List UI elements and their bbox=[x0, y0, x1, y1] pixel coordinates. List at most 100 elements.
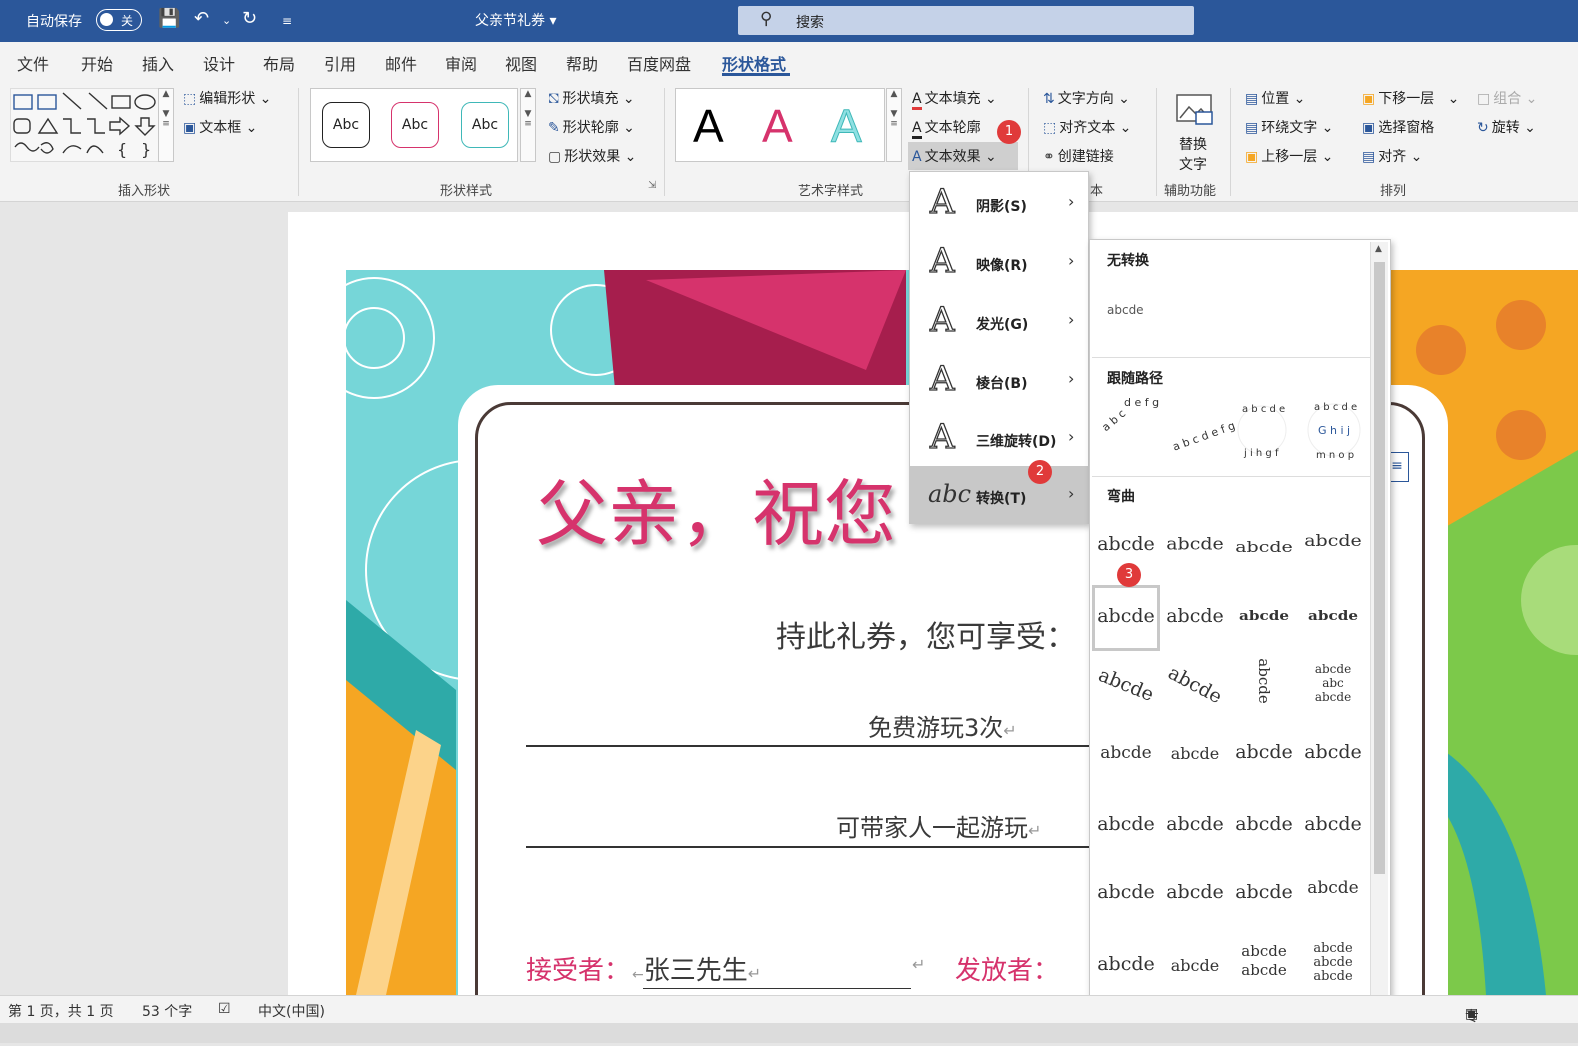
shapes-gallery-scroll[interactable]: ▲ ▼ ≡ bbox=[158, 88, 174, 162]
customize-toolbar-icon[interactable]: ≡ bbox=[282, 14, 292, 28]
shape-fill-button[interactable]: ⛞ 形状填充 ⌄ bbox=[548, 88, 635, 109]
shape-effects-button[interactable]: ▢ 形状效果 ⌄ bbox=[548, 146, 636, 166]
coupon-subtitle[interactable]: 持此礼券，您可享受： bbox=[776, 612, 1076, 656]
language[interactable]: 中文(中国) bbox=[258, 1001, 325, 1021]
no-transform-option[interactable]: abcde bbox=[1107, 303, 1144, 317]
tab-mailings[interactable]: 邮件 bbox=[385, 51, 417, 75]
tab-file[interactable]: 文件 bbox=[17, 51, 49, 75]
shape-styles-scroll[interactable]: ▲ ▼ ≡ bbox=[520, 88, 536, 162]
warp-option[interactable]: abcde bbox=[1094, 953, 1158, 975]
warp-option[interactable]: abcde bbox=[1301, 741, 1365, 763]
autosave-toggle[interactable]: 关 bbox=[96, 9, 142, 31]
proofing-icon[interactable]: ☑ bbox=[218, 1001, 231, 1017]
menu-item-shadow[interactable]: A 阴影(S) › bbox=[910, 174, 1088, 232]
group-button[interactable]: □ 组合 ⌄ bbox=[1477, 88, 1537, 108]
warp-option[interactable]: abcde bbox=[1094, 813, 1158, 835]
warp-option[interactable]: abcde bbox=[1232, 741, 1296, 763]
warp-option[interactable]: abcde bbox=[1162, 660, 1229, 709]
send-backward-button[interactable]: ▣ 下移一层 ⌄ bbox=[1362, 88, 1459, 108]
save-icon[interactable]: 💾 bbox=[158, 8, 180, 29]
tab-references[interactable]: 引用 bbox=[324, 51, 356, 75]
warp-option[interactable]: abcde bbox=[1163, 744, 1227, 763]
warp-option[interactable]: abcde bbox=[1094, 743, 1158, 763]
shape-style-pink[interactable]: Abc bbox=[391, 102, 439, 148]
tab-view[interactable]: 视图 bbox=[505, 51, 537, 75]
selection-pane-button[interactable]: ▣ 选择窗格 bbox=[1362, 117, 1434, 137]
follow-path-options[interactable]: a b c d e f g a b c d e f g a b c d e j … bbox=[1094, 392, 1369, 462]
scroll-up-icon[interactable]: ▲ bbox=[1375, 244, 1382, 254]
warp-option[interactable]: abcde bbox=[1301, 878, 1365, 898]
create-link-button[interactable]: ⚭ 创建链接 bbox=[1043, 146, 1114, 166]
wordart-pink[interactable]: A bbox=[762, 99, 793, 153]
warp-option[interactable]: abcde bbox=[1163, 813, 1227, 835]
alt-text-button[interactable]: 替换 文字 bbox=[1170, 88, 1218, 174]
text-outline-button[interactable]: A 文本轮廓 bbox=[912, 117, 981, 139]
undo-dropdown-icon[interactable]: ⌄ bbox=[222, 14, 231, 27]
scrollbar-thumb[interactable] bbox=[1374, 262, 1385, 874]
tab-layout[interactable]: 布局 bbox=[263, 51, 295, 75]
wrap-text-button[interactable]: ▤ 环绕文字 ⌄ bbox=[1245, 117, 1333, 137]
warp-option[interactable]: abcde bbox=[1163, 956, 1227, 975]
text-fill-button[interactable]: A 文本填充 ⌄ bbox=[912, 88, 997, 110]
page-count[interactable]: 第 1 页，共 1 页 bbox=[8, 1001, 114, 1021]
undo-icon[interactable]: ↶ bbox=[194, 8, 209, 29]
warp-option[interactable]: abcde bbox=[1301, 532, 1365, 551]
dialog-launcher-icon[interactable]: ⇲ bbox=[648, 180, 656, 191]
rotate-button[interactable]: ↻ 旋转 ⌄ bbox=[1477, 117, 1536, 137]
menu-item-bevel[interactable]: A 棱台(B) › bbox=[910, 351, 1088, 409]
warp-option[interactable]: abcde bbox=[1094, 605, 1158, 627]
warp-option[interactable]: abcde bbox=[1092, 663, 1160, 707]
warp-option[interactable]: abcde bbox=[1232, 813, 1296, 835]
warp-option[interactable]: abcde bbox=[1255, 649, 1273, 713]
wordart-gallery-scroll[interactable]: ▲ ▼ ≡ bbox=[886, 88, 902, 162]
tab-review[interactable]: 审阅 bbox=[445, 51, 477, 75]
align-button[interactable]: ▤ 对齐 ⌄ bbox=[1362, 146, 1422, 166]
warp-option[interactable]: abcde bbox=[1163, 534, 1227, 554]
tab-shape-format[interactable]: 形状格式 bbox=[722, 51, 786, 75]
position-button[interactable]: ▤ 位置 ⌄ bbox=[1245, 88, 1305, 108]
tab-insert[interactable]: 插入 bbox=[142, 51, 174, 75]
warp-option[interactable]: abcde bbox=[1163, 881, 1227, 903]
menu-item-glow[interactable]: A 发光(G) › bbox=[910, 292, 1088, 350]
warp-option[interactable]: abcde abcde abcde bbox=[1301, 942, 1365, 984]
warp-option[interactable]: abcde abc abcde bbox=[1301, 662, 1365, 704]
shapes-gallery[interactable]: {} bbox=[10, 88, 160, 162]
bring-forward-button[interactable]: ▣ 上移一层 ⌄ bbox=[1245, 146, 1333, 166]
recipient-value[interactable]: ←张三先生↵ bbox=[632, 950, 761, 987]
tab-help[interactable]: 帮助 bbox=[566, 51, 598, 75]
document-title[interactable]: 父亲节礼券 ▾ bbox=[475, 10, 556, 30]
shape-styles-gallery[interactable]: Abc Abc Abc bbox=[310, 88, 518, 162]
shape-outline-button[interactable]: ✎ 形状轮廓 ⌄ bbox=[548, 117, 635, 137]
wordart-gallery[interactable]: A A A bbox=[675, 88, 885, 162]
coupon-line-2[interactable]: 可带家人一起游玩↵ bbox=[836, 808, 1041, 843]
tab-home[interactable]: 开始 bbox=[81, 51, 113, 75]
warp-option[interactable]: abcde bbox=[1094, 533, 1158, 555]
text-effects-button[interactable]: A 文本效果 ⌄ bbox=[912, 146, 997, 166]
text-box-button[interactable]: ▣ 文本框 ⌄ bbox=[183, 117, 257, 137]
wordart-black[interactable]: A bbox=[693, 99, 724, 153]
edit-shape-button[interactable]: ⬚ 编辑形状 ⌄ bbox=[183, 88, 271, 108]
warp-option[interactable]: abcde bbox=[1307, 608, 1358, 623]
coupon-title[interactable]: 父亲，祝您 bbox=[536, 455, 896, 560]
warp-option[interactable]: abcde bbox=[1238, 608, 1289, 623]
submenu-scrollbar[interactable]: ▲ ▼ bbox=[1370, 242, 1388, 1015]
text-direction-button[interactable]: ⇅ 文字方向 ⌄ bbox=[1043, 88, 1130, 108]
menu-item-3d-rotation[interactable]: A 三维旋转(D) › bbox=[910, 409, 1088, 467]
align-text-button[interactable]: ⬚ 对齐文本 ⌄ bbox=[1043, 117, 1131, 137]
coupon-line-1[interactable]: 免费游玩3次↵ bbox=[868, 708, 1017, 743]
shape-style-black[interactable]: Abc bbox=[322, 102, 370, 148]
warp-option[interactable]: abcde bbox=[1094, 881, 1158, 903]
warp-option[interactable]: abcde abcde bbox=[1232, 942, 1296, 980]
warp-option[interactable]: abcde bbox=[1163, 605, 1227, 627]
menu-item-transform[interactable]: abc 转换(T) › bbox=[910, 466, 1088, 524]
tab-baidu-netdisk[interactable]: 百度网盘 bbox=[627, 51, 691, 75]
warp-option[interactable]: abcde bbox=[1232, 881, 1296, 903]
tab-design[interactable]: 设计 bbox=[203, 51, 235, 75]
warp-option[interactable]: abcde bbox=[1232, 538, 1296, 556]
redo-icon[interactable]: ↻ bbox=[242, 8, 257, 29]
menu-item-reflection[interactable]: A 映像(R) › bbox=[910, 233, 1088, 291]
search-box[interactable]: ⚲ 搜索 bbox=[738, 6, 1194, 35]
shape-style-teal[interactable]: Abc bbox=[461, 102, 509, 148]
word-count[interactable]: 53 个字 bbox=[142, 1001, 192, 1021]
warp-option[interactable]: abcde bbox=[1301, 813, 1365, 835]
